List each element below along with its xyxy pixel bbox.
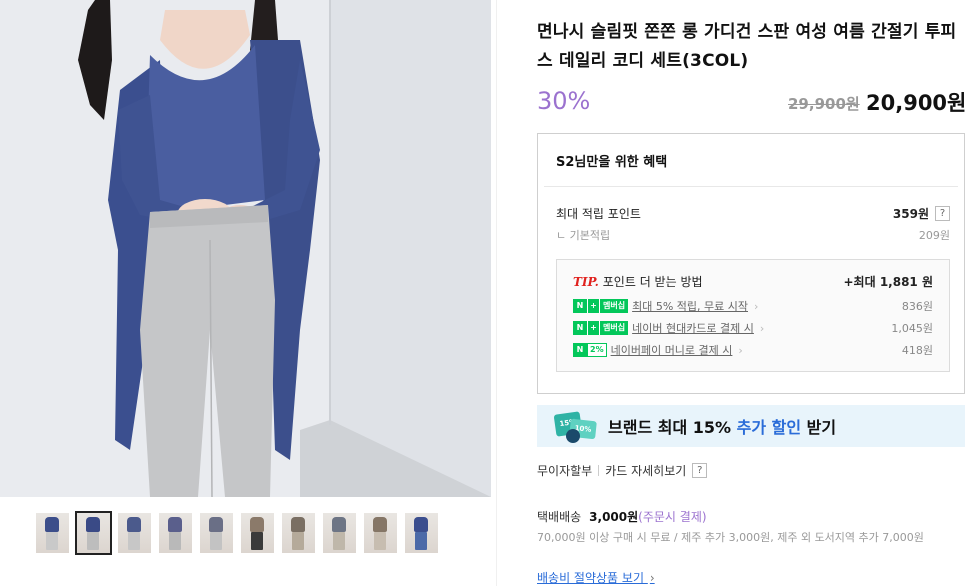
thumbnail-figure-top: [209, 517, 223, 532]
benefit-title: S2님만을 위한 혜택: [556, 155, 668, 170]
thumbnail-figure-bottom: [415, 532, 427, 550]
discount-rate: 30%: [537, 87, 591, 115]
tip-row[interactable]: N + 멤버십 네이버 현대카드로 결제 시 › 1,045원: [573, 320, 933, 336]
tip-link-hyundai-card[interactable]: 네이버 현대카드로 결제 시: [632, 320, 754, 336]
tip-row[interactable]: N 2% 네이버페이 머니로 결제 시 › 418원: [573, 342, 933, 358]
thumbnail-10[interactable]: [405, 513, 438, 553]
tip-max-points: +최대 1,881 원: [843, 275, 934, 289]
thumbnail-figure-bottom: [128, 532, 140, 550]
thumbnail-figure-bottom: [292, 532, 304, 550]
tip-heading: TIP. 포인트 더 받는 방법: [573, 273, 703, 290]
brand-coupon-highlight: 추가 할인: [736, 418, 802, 437]
thumbnail-figure-top: [291, 517, 305, 532]
coupon-icon: 15% 10%: [552, 409, 602, 443]
original-price: 29,900원: [788, 95, 860, 113]
gallery-divider: [496, 0, 497, 586]
thumbnail-figure-bottom: [46, 532, 58, 550]
product-title: 면나시 슬림핏 쫀쫀 롱 가디건 스판 여성 여름 간절기 투피스 데일리 코디…: [537, 22, 957, 71]
thumbnail-2[interactable]: [75, 511, 112, 555]
thumbnail-figure-top: [414, 517, 428, 532]
thumbnail-figure-bottom: [210, 532, 222, 550]
model-illustration: [0, 0, 491, 497]
base-points-label: 기본적립: [569, 229, 611, 242]
naverpay-n-icon: N: [573, 343, 587, 357]
thumbnail-figure-bottom: [251, 532, 263, 550]
card-benefit-link[interactable]: 카드 자세히보기: [605, 462, 686, 479]
max-points-row: 최대 적립 포인트 359원 ?: [556, 205, 950, 222]
thumbnail-4[interactable]: [159, 513, 192, 553]
thumbnail-strip: [36, 511, 438, 555]
tip-mark: TIP.: [573, 275, 599, 289]
base-points-value: 209원: [918, 229, 950, 242]
main-product-image[interactable]: [0, 0, 491, 497]
max-points-label: 최대 적립 포인트: [556, 207, 641, 221]
thumbnail-figure-bottom: [87, 532, 99, 550]
naverpay-n-icon: N: [573, 299, 587, 313]
thumbnail-6[interactable]: [241, 513, 274, 553]
shipping-label: 택배배송: [537, 510, 582, 524]
thumbnail-figure-top: [86, 517, 100, 532]
help-icon[interactable]: ?: [692, 463, 708, 478]
thumbnail-figure-bottom: [333, 532, 345, 550]
tip-heading-text: 포인트 더 받는 방법: [602, 275, 703, 289]
thumbnail-1[interactable]: [36, 513, 69, 553]
shipping-fee: 3,000원: [589, 510, 639, 524]
installment-link[interactable]: 무이자할부: [537, 462, 592, 479]
thumbnail-figure-top: [168, 517, 182, 532]
shipping-description: 70,000원 이상 구매 시 무료 / 제주 추가 3,000원, 제주 외 …: [537, 531, 924, 544]
sub-item-icon: ㄴ: [556, 229, 567, 242]
help-icon[interactable]: ?: [935, 206, 950, 221]
tip-row-value: 836원: [901, 300, 933, 313]
thumbnail-figure-bottom: [169, 532, 181, 550]
naverpay-membership-badge: N + 멤버십: [573, 299, 629, 313]
brand-coupon-text: 브랜드 최대 15% 추가 할인 받기: [608, 418, 837, 437]
thumbnail-5[interactable]: [200, 513, 233, 553]
shipping-note: (주문시 결제): [638, 510, 707, 524]
tip-row[interactable]: N + 멤버십 최대 5% 적립, 무료 시작 › 836원: [573, 298, 933, 314]
chevron-right-icon: ›: [754, 299, 759, 313]
tip-box: TIP. 포인트 더 받는 방법 +최대 1,881 원 N + 멤버십 최대 5% …: [556, 259, 950, 372]
card-links: 무이자할부 카드 자세히보기 ?: [537, 462, 708, 479]
thumbnail-figure-top: [250, 517, 264, 532]
tip-row-value: 418원: [901, 344, 933, 357]
thumbnail-3[interactable]: [118, 513, 151, 553]
tip-link-membership[interactable]: 최대 5% 적립, 무료 시작: [632, 298, 748, 314]
brand-coupon-banner[interactable]: 15% 10% 브랜드 최대 15% 추가 할인 받기: [537, 405, 965, 447]
base-points-row: ㄴ 기본적립 209원: [556, 227, 950, 243]
thumbnail-7[interactable]: [282, 513, 315, 553]
divider: [544, 186, 958, 187]
thumbnail-figure-top: [332, 517, 346, 532]
naverpay-n-icon: N: [573, 321, 587, 335]
thumbnail-8[interactable]: [323, 513, 356, 553]
thumbnail-figure-top: [45, 517, 59, 532]
sale-price: 20,900원: [866, 91, 967, 115]
naverpay-percent-badge: N 2%: [573, 343, 607, 357]
chevron-right-icon: ›: [759, 321, 765, 335]
shipping-info: 택배배송 3,000원(주문시 결제): [537, 508, 707, 525]
thumbnail-figure-bottom: [374, 532, 386, 550]
divider: [598, 465, 600, 476]
thumbnail-figure-top: [373, 517, 387, 532]
tip-link-naverpay-money[interactable]: 네이버페이 머니로 결제 시: [611, 342, 733, 358]
member-benefit-box: S2님만을 위한 혜택 최대 적립 포인트 359원 ? ㄴ 기본적립 209원…: [537, 133, 965, 394]
chevron-right-icon: ›: [649, 571, 655, 585]
chevron-right-icon: ›: [738, 343, 743, 357]
naverpay-membership-badge: N + 멤버십: [573, 321, 629, 335]
max-points-value: 359원: [892, 207, 929, 221]
thumbnail-figure-top: [127, 517, 141, 532]
tip-row-value: 1,045원: [891, 322, 933, 335]
shipping-saving-link[interactable]: 배송비 절약상품 보기 ›: [537, 569, 655, 586]
thumbnail-9[interactable]: [364, 513, 397, 553]
